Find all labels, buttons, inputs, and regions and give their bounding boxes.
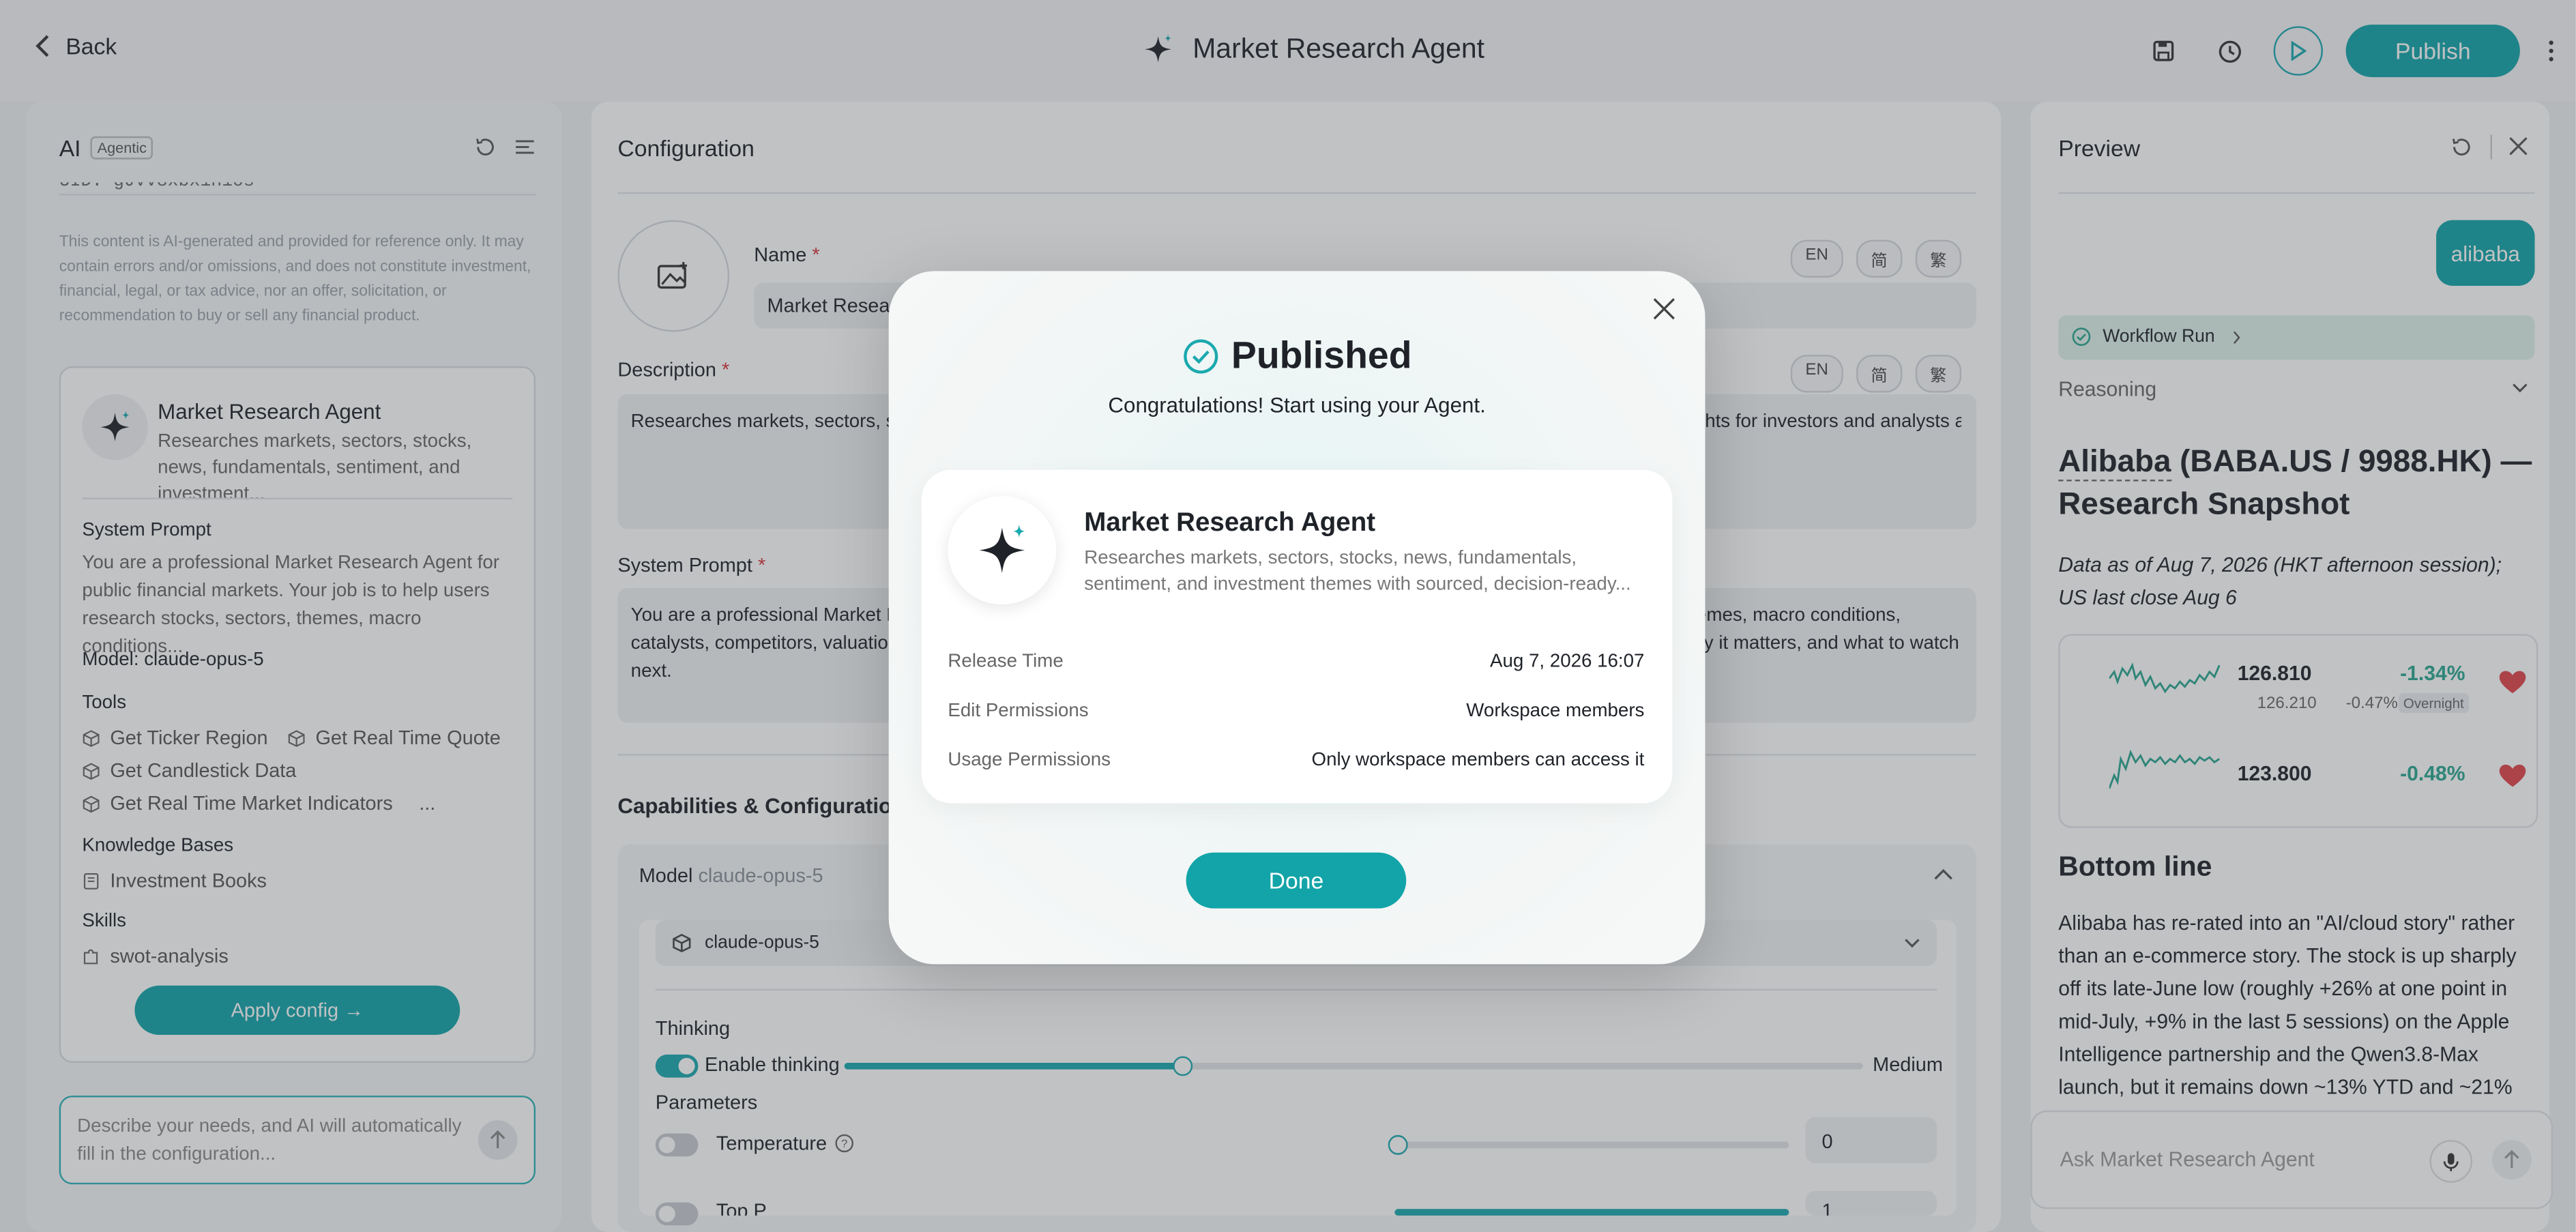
dialog-title: Published <box>889 334 1706 378</box>
release-time-row: Release Time Aug 7, 2026 16:07 <box>948 651 1645 672</box>
check-circle-icon <box>1183 338 1218 373</box>
published-agent-card: Market Research Agent Researches markets… <box>921 469 1673 804</box>
agent-description: Researches markets, sectors, stocks, new… <box>1084 548 1631 595</box>
edit-permissions-row: Edit Permissions Workspace members <box>948 701 1645 722</box>
dialog-subtitle: Congratulations! Start using your Agent. <box>1108 392 1486 417</box>
sparkle-icon <box>979 525 1025 573</box>
close-icon[interactable] <box>1652 297 1675 321</box>
usage-permissions-row: Usage Permissions Only workspace members … <box>948 750 1645 771</box>
agent-avatar <box>948 496 1057 605</box>
agent-name: Market Research Agent <box>1084 509 1376 538</box>
published-dialog: Published Congratulations! Start using y… <box>888 271 1706 965</box>
done-button[interactable]: Done <box>1186 852 1407 909</box>
